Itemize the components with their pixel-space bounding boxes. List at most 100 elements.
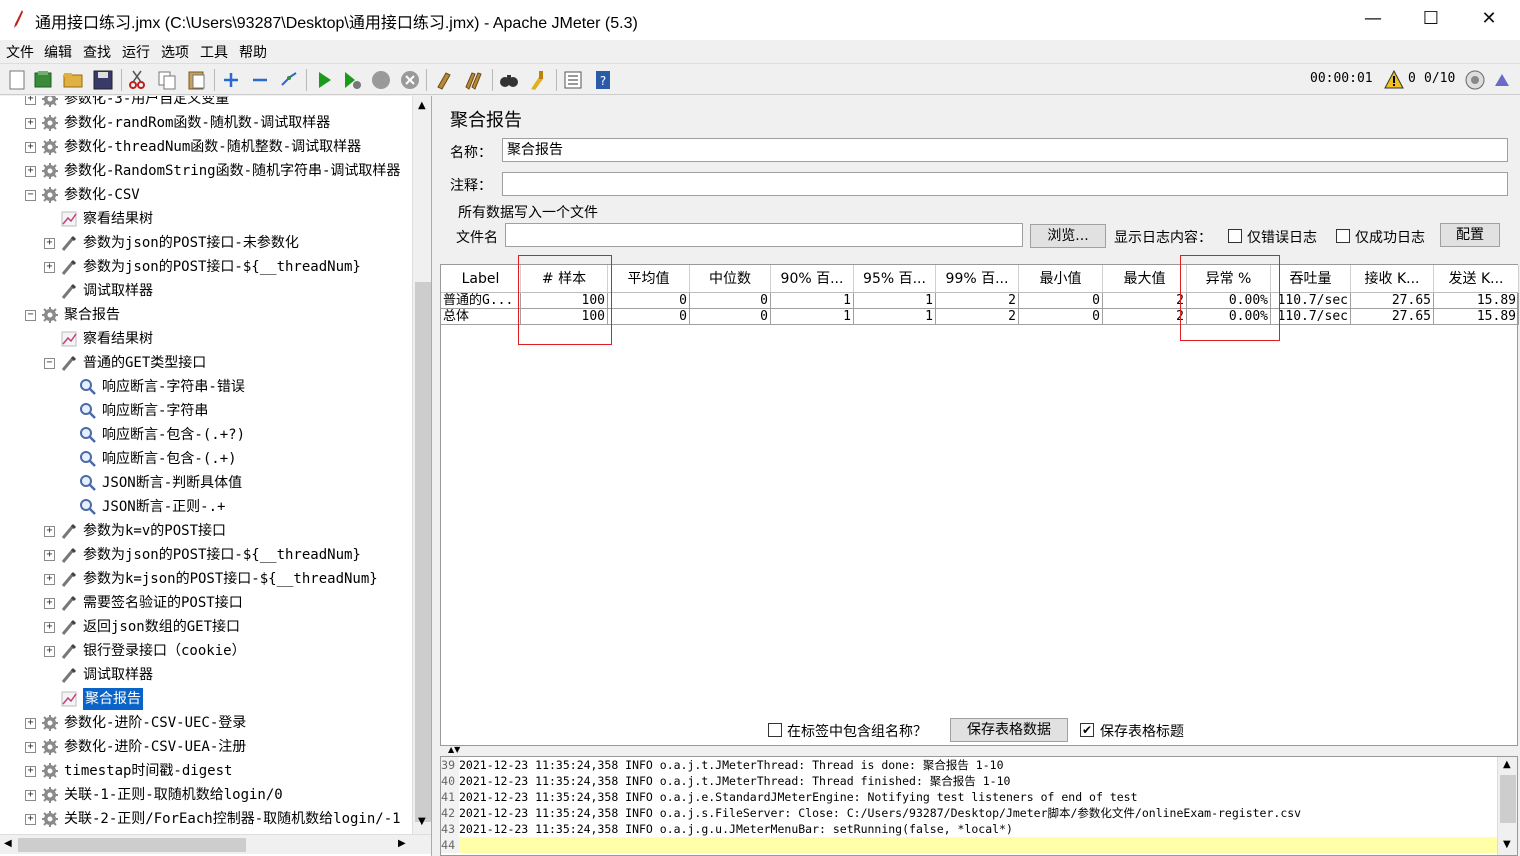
column-header[interactable]: 最小值: [1019, 265, 1103, 293]
reset-search-icon[interactable]: [527, 69, 549, 91]
expand-toggle-icon[interactable]: +: [25, 166, 36, 177]
toggle-icon[interactable]: [278, 69, 300, 91]
scroll-right-arrow-icon[interactable]: ▶: [398, 838, 406, 849]
log-scroll-up-icon[interactable]: ▲: [1503, 759, 1511, 770]
tree-item[interactable]: + 参数化-进阶-CSV-UEA-注册: [0, 736, 410, 760]
paste-icon[interactable]: [186, 69, 208, 91]
errors-only-checkbox[interactable]: [1228, 229, 1242, 243]
tree-item[interactable]: + 参数化-randRom函数-随机数-调试取样器: [0, 112, 410, 136]
tree-item[interactable]: − 普通的GET类型接口: [0, 352, 410, 376]
name-field[interactable]: 聚合报告: [502, 138, 1508, 162]
menu-options[interactable]: 选项: [161, 42, 189, 62]
aggregate-table[interactable]: Label # 样本 平均值 中位数 90% 百... 95% 百... 99% 百... 最…: [440, 255, 1519, 746]
menu-help[interactable]: 帮助: [239, 42, 267, 62]
cut-icon[interactable]: [126, 69, 148, 91]
tree-item[interactable]: + 参数为k=v的POST接口: [0, 520, 410, 544]
tree-item[interactable]: + 关联-1-正则-取随机数给login/0: [0, 784, 410, 808]
minimize-button[interactable]: —: [1344, 0, 1402, 38]
column-header[interactable]: 最大值: [1103, 265, 1187, 293]
start-icon[interactable]: [313, 69, 335, 91]
tree-scroll-thumb[interactable]: [415, 282, 431, 822]
column-header[interactable]: 90% 百...: [771, 265, 854, 293]
log-viewer-icon[interactable]: [1492, 70, 1512, 90]
browse-button[interactable]: 浏览...: [1030, 224, 1106, 248]
column-header[interactable]: 95% 百...: [854, 265, 936, 293]
scroll-up-arrow-icon[interactable]: ▲: [418, 100, 426, 111]
search-icon[interactable]: [498, 69, 520, 91]
expand-toggle-icon[interactable]: +: [25, 118, 36, 129]
warning-icon[interactable]: [1384, 70, 1404, 90]
templates-icon[interactable]: [32, 69, 54, 91]
tree-item[interactable]: 聚合报告: [0, 688, 410, 712]
expand-toggle-icon[interactable]: +: [25, 814, 36, 825]
collapse-toggle-icon[interactable]: −: [25, 190, 36, 201]
stop-icon[interactable]: [370, 69, 392, 91]
tree-item[interactable]: JSON断言-判断具体值: [0, 472, 410, 496]
tree-item[interactable]: − 参数化-CSV: [0, 184, 410, 208]
save-icon[interactable]: [92, 69, 114, 91]
tree-item[interactable]: − 聚合报告: [0, 304, 410, 328]
menu-tools[interactable]: 工具: [200, 42, 228, 62]
tree-item[interactable]: + 返回json数组的GET接口: [0, 616, 410, 640]
tree-item[interactable]: 察看结果树: [0, 328, 410, 352]
clear-icon[interactable]: [433, 69, 455, 91]
log-vertical-scrollbar[interactable]: ▲ ▼: [1497, 757, 1517, 855]
tree-vertical-scrollbar[interactable]: ▲ ▼: [412, 96, 431, 834]
expand-icon[interactable]: [220, 69, 242, 91]
close-button[interactable]: ✕: [1460, 0, 1518, 38]
expand-toggle-icon[interactable]: +: [44, 598, 55, 609]
success-only-checkbox[interactable]: [1336, 229, 1350, 243]
collapse-toggle-icon[interactable]: −: [25, 310, 36, 321]
help-icon[interactable]: ?: [592, 69, 614, 91]
tree-item[interactable]: 响应断言-包含-(.+): [0, 448, 410, 472]
save-table-button[interactable]: 保存表格数据: [950, 718, 1068, 742]
column-header[interactable]: 平均值: [608, 265, 690, 293]
tree-item[interactable]: + 参数化-RandomString函数-随机字符串-调试取样器: [0, 160, 410, 184]
tree-item[interactable]: + 关联-2-正则/ForEach控制器-取随机数给login/-1: [0, 808, 410, 832]
column-header[interactable]: Label: [441, 265, 521, 293]
menu-file[interactable]: 文件: [6, 42, 34, 62]
test-plan-tree[interactable]: + 参数化-3-用户自定义变量 + 参数化-randRom函数-随机数-调试取样器 + 参…: [0, 96, 432, 856]
include-group-checkbox[interactable]: [768, 723, 782, 737]
column-header[interactable]: 接收 K...: [1351, 265, 1434, 293]
splitter-arrows-icon[interactable]: ▲▼: [448, 745, 460, 754]
expand-toggle-icon[interactable]: +: [44, 550, 55, 561]
expand-toggle-icon[interactable]: +: [44, 646, 55, 657]
tree-item[interactable]: 调试取样器: [0, 664, 410, 688]
tree-item[interactable]: + 参数化-进阶-CSV-UEC-登录: [0, 712, 410, 736]
log-scroll-thumb[interactable]: [1500, 775, 1516, 823]
expand-toggle-icon[interactable]: +: [44, 526, 55, 537]
expand-toggle-icon[interactable]: +: [25, 96, 36, 105]
column-header[interactable]: 中位数: [690, 265, 771, 293]
start-no-pause-icon[interactable]: [341, 69, 363, 91]
tree-item[interactable]: 响应断言-字符串: [0, 400, 410, 424]
maximize-button[interactable]: ☐: [1402, 0, 1460, 38]
tree-item[interactable]: + 需要签名验证的POST接口: [0, 592, 410, 616]
column-header[interactable]: 99% 百...: [936, 265, 1019, 293]
tree-item[interactable]: 响应断言-字符串-错误: [0, 376, 410, 400]
scroll-down-arrow-icon[interactable]: ▼: [418, 816, 426, 827]
expand-toggle-icon[interactable]: +: [44, 262, 55, 273]
tree-hscroll-thumb[interactable]: [18, 838, 246, 852]
tree-item[interactable]: + 参数为k=json的POST接口-${__threadNum}: [0, 568, 410, 592]
expand-toggle-icon[interactable]: +: [25, 142, 36, 153]
tree-item[interactable]: + 参数为json的POST接口-${__threadNum}: [0, 256, 410, 280]
tree-item[interactable]: + 参数化-3-用户自定义变量: [0, 96, 410, 112]
expand-toggle-icon[interactable]: +: [25, 766, 36, 777]
tree-item[interactable]: + 参数为json的POST接口-${__threadNum}: [0, 544, 410, 568]
column-header[interactable]: 发送 K...: [1434, 265, 1519, 293]
tree-item[interactable]: 察看结果树: [0, 208, 410, 232]
expand-toggle-icon[interactable]: +: [44, 622, 55, 633]
tree-item[interactable]: + 参数为json的POST接口-未参数化: [0, 232, 410, 256]
menu-run[interactable]: 运行: [122, 42, 150, 62]
collapse-icon[interactable]: [249, 69, 271, 91]
expand-toggle-icon[interactable]: +: [44, 574, 55, 585]
tree-item[interactable]: 响应断言-包含-(.+?): [0, 424, 410, 448]
log-scroll-down-icon[interactable]: ▼: [1503, 839, 1511, 850]
tree-item[interactable]: + timestap时间戳-digest: [0, 760, 410, 784]
menu-edit[interactable]: 编辑: [44, 42, 72, 62]
expand-toggle-icon[interactable]: +: [44, 238, 55, 249]
menu-search[interactable]: 查找: [83, 42, 111, 62]
tree-horizontal-scrollbar[interactable]: ◀ ▶: [0, 834, 431, 854]
collapse-toggle-icon[interactable]: −: [44, 358, 55, 369]
